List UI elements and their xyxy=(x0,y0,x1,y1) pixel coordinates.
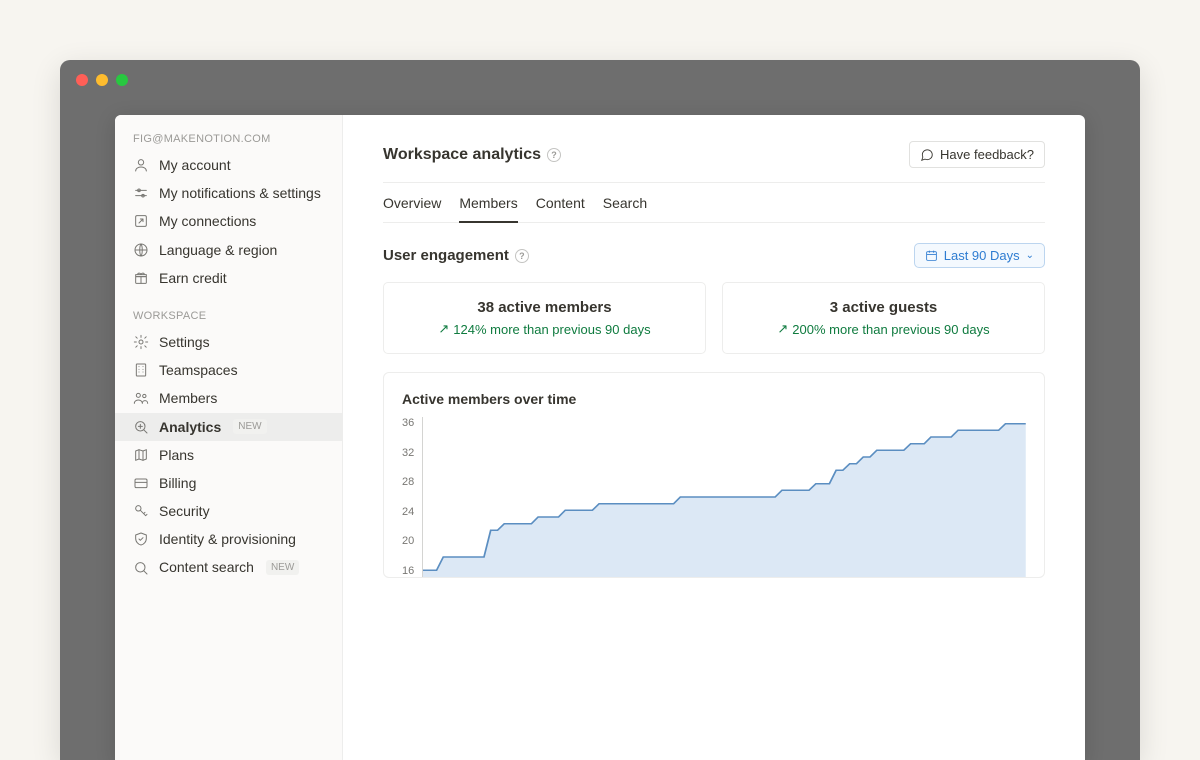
sidebar-item-analytics[interactable]: Analytics NEW xyxy=(115,413,342,441)
sidebar-item-earn-credit[interactable]: Earn credit xyxy=(115,264,342,292)
summary-card: 38 active members ↗ 124% more than previou… xyxy=(383,282,706,354)
y-tick-label: 32 xyxy=(402,447,414,459)
sidebar-item-my-notifications-settings[interactable]: My notifications & settings xyxy=(115,179,342,207)
gear-icon xyxy=(133,334,149,350)
engagement-title: User engagement ? xyxy=(383,247,529,264)
summary-cards: 38 active members ↗ 124% more than previou… xyxy=(383,282,1045,354)
help-icon[interactable]: ? xyxy=(515,249,529,263)
gift-icon xyxy=(133,270,149,286)
page-title-text: Workspace analytics xyxy=(383,146,541,164)
account-icon xyxy=(133,157,149,173)
key-icon xyxy=(133,503,149,519)
card-trend: ↗ 200% more than previous 90 days xyxy=(739,321,1028,337)
settings-modal: FIG@MAKENOTION.COM My account My notifica… xyxy=(115,115,1085,760)
map-icon xyxy=(133,447,149,463)
card-trend-text: 124% more than previous 90 days xyxy=(453,322,650,337)
trend-up-icon: ↗ xyxy=(777,321,788,337)
feedback-label: Have feedback? xyxy=(940,147,1034,162)
sliders-icon xyxy=(133,185,149,201)
sidebar-item-my-account[interactable]: My account xyxy=(115,151,342,179)
calendar-icon xyxy=(925,249,938,262)
window-controls xyxy=(60,60,1140,100)
account-email-label: FIG@MAKENOTION.COM xyxy=(115,129,342,151)
sidebar-item-language-region[interactable]: Language & region xyxy=(115,236,342,264)
y-tick-label: 20 xyxy=(402,535,414,547)
y-tick-label: 36 xyxy=(402,417,414,429)
chart-svg xyxy=(423,417,1026,577)
page-title: Workspace analytics ? xyxy=(383,146,561,164)
sidebar-item-label: Analytics xyxy=(159,418,221,436)
sidebar-item-identity-provisioning[interactable]: Identity & provisioning xyxy=(115,525,342,553)
y-tick-label: 16 xyxy=(402,565,414,577)
page-header: Workspace analytics ? Have feedback? xyxy=(383,141,1045,183)
workspace-section-label: WORKSPACE xyxy=(115,306,342,328)
sidebar-item-label: Settings xyxy=(159,333,210,351)
chart-plot xyxy=(422,417,1026,577)
globe-icon xyxy=(133,242,149,258)
chart-y-axis: 36 32 28 24 20 16 xyxy=(402,417,422,577)
close-window-button[interactable] xyxy=(76,74,88,86)
new-badge: NEW xyxy=(233,419,266,434)
trend-up-icon: ↗ xyxy=(438,321,449,337)
tabs: Overview Members Content Search xyxy=(383,183,1045,223)
tab-members[interactable]: Members xyxy=(459,195,517,223)
engagement-header: User engagement ? Last 90 Days ⌄ xyxy=(383,223,1045,282)
app-window: FIG@MAKENOTION.COM My account My notifica… xyxy=(60,60,1140,760)
chart-area: 36 32 28 24 20 16 xyxy=(402,417,1026,577)
minimize-window-button[interactable] xyxy=(96,74,108,86)
sidebar-item-label: Security xyxy=(159,502,210,520)
chevron-down-icon: ⌄ xyxy=(1026,250,1034,261)
card-icon xyxy=(133,475,149,491)
people-icon xyxy=(133,390,149,406)
card-trend-text: 200% more than previous 90 days xyxy=(792,322,989,337)
chart-container: Active members over time 36 32 28 24 20 16 xyxy=(383,372,1045,578)
sidebar-item-label: Billing xyxy=(159,474,196,492)
tab-search[interactable]: Search xyxy=(603,195,647,223)
content-area: Workspace analytics ? Have feedback? Ove… xyxy=(343,115,1085,760)
sidebar-item-plans[interactable]: Plans xyxy=(115,441,342,469)
settings-sidebar: FIG@MAKENOTION.COM My account My notifica… xyxy=(115,115,343,760)
chart-title: Active members over time xyxy=(402,391,1026,407)
card-title: 3 active guests xyxy=(739,299,1028,316)
engagement-title-text: User engagement xyxy=(383,247,509,264)
y-tick-label: 24 xyxy=(402,506,414,518)
sidebar-item-label: Content search xyxy=(159,558,254,576)
tab-content[interactable]: Content xyxy=(536,195,585,223)
sidebar-item-content-search[interactable]: Content search NEW xyxy=(115,553,342,581)
chart-area-fill xyxy=(423,424,1026,577)
sidebar-item-security[interactable]: Security xyxy=(115,497,342,525)
card-title: 38 active members xyxy=(400,299,689,316)
sidebar-item-label: Teamspaces xyxy=(159,361,238,379)
sidebar-item-members[interactable]: Members xyxy=(115,384,342,412)
sidebar-item-label: Plans xyxy=(159,446,194,464)
card-trend: ↗ 124% more than previous 90 days xyxy=(400,321,689,337)
y-tick-label: 28 xyxy=(402,476,414,488)
new-badge: NEW xyxy=(266,560,299,575)
search-icon xyxy=(133,560,149,576)
magnify-chart-icon xyxy=(133,419,149,435)
chat-icon xyxy=(920,148,934,162)
link-out-icon xyxy=(133,213,149,229)
sidebar-item-label: Earn credit xyxy=(159,269,227,287)
date-range-filter[interactable]: Last 90 Days ⌄ xyxy=(914,243,1045,268)
date-range-label: Last 90 Days xyxy=(944,248,1020,263)
sidebar-item-label: My notifications & settings xyxy=(159,184,321,202)
sidebar-item-my-connections[interactable]: My connections xyxy=(115,207,342,235)
maximize-window-button[interactable] xyxy=(116,74,128,86)
building-icon xyxy=(133,362,149,378)
tab-overview[interactable]: Overview xyxy=(383,195,441,223)
sidebar-item-label: My connections xyxy=(159,212,256,230)
help-icon[interactable]: ? xyxy=(547,148,561,162)
sidebar-item-label: Language & region xyxy=(159,241,277,259)
sidebar-item-label: Members xyxy=(159,389,217,407)
feedback-button[interactable]: Have feedback? xyxy=(909,141,1045,168)
shield-check-icon xyxy=(133,531,149,547)
sidebar-item-teamspaces[interactable]: Teamspaces xyxy=(115,356,342,384)
sidebar-item-label: Identity & provisioning xyxy=(159,530,296,548)
sidebar-item-settings[interactable]: Settings xyxy=(115,328,342,356)
sidebar-item-label: My account xyxy=(159,156,231,174)
sidebar-item-billing[interactable]: Billing xyxy=(115,469,342,497)
summary-card: 3 active guests ↗ 200% more than previous … xyxy=(722,282,1045,354)
